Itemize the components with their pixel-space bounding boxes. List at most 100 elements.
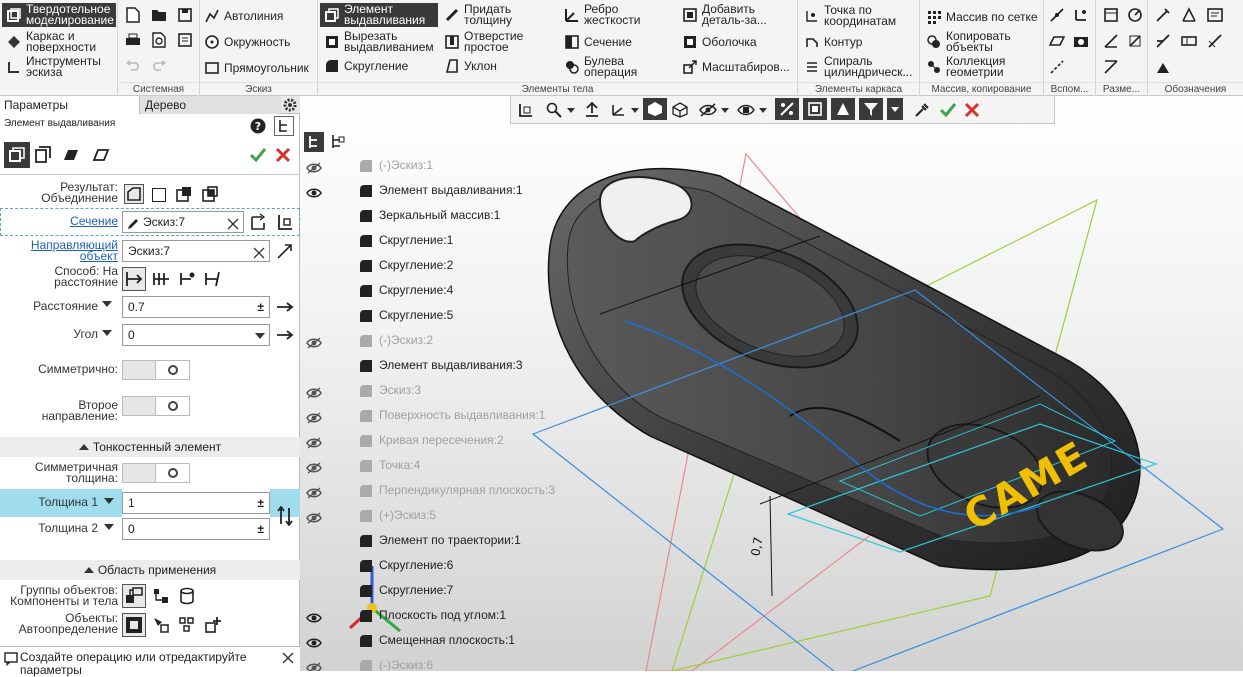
tree-item[interactable]: Плоскость под углом:1 <box>300 604 600 626</box>
tree-view-toggle-icon[interactable] <box>274 116 294 136</box>
cancel-icon[interactable] <box>274 146 292 164</box>
cylindrical-spiral-button[interactable]: Спираль цилиндрическ... <box>804 55 918 79</box>
cut-extrude-button[interactable]: Вырезать выдавливанием <box>320 30 438 54</box>
tree-panel-icon[interactable] <box>304 132 324 152</box>
visibility-icon[interactable] <box>699 101 717 119</box>
plus-minus-icon[interactable]: ± <box>257 493 264 513</box>
tree-item[interactable]: Смещенная плоскость:1 <box>300 629 600 651</box>
sketch-tools-button[interactable]: Инструменты эскиза <box>2 55 116 79</box>
filter-dropdown[interactable] <box>887 98 903 120</box>
geometry-collection-button[interactable]: Коллекция геометрии <box>926 55 1042 79</box>
extrude-button[interactable]: Элемент выдавливания <box>320 3 438 27</box>
viewport-cancel-icon[interactable] <box>963 101 981 119</box>
thin-symmetric-toggle[interactable] <box>122 463 190 483</box>
gear-icon[interactable] <box>282 97 298 113</box>
second-direction-toggle[interactable] <box>122 396 190 416</box>
simple-hole-button[interactable]: Отверстие простое <box>444 30 556 54</box>
rotate-icon[interactable] <box>583 101 601 119</box>
tree-item[interactable]: Зеркальный массив:1 <box>300 204 600 226</box>
camera-icon[interactable] <box>1072 32 1090 50</box>
clear-icon[interactable] <box>227 216 239 230</box>
tree-item[interactable]: Поверхность выдавливания:1 <box>300 404 600 426</box>
solid-modeling-button[interactable]: Твердотельное моделирование <box>2 3 116 27</box>
select-objects-icon[interactable] <box>152 616 170 634</box>
tree-item[interactable]: Кривая пересечения:2 <box>300 429 600 451</box>
weld-icon[interactable] <box>1154 58 1172 76</box>
eye-icon[interactable] <box>306 459 322 474</box>
tree-item[interactable]: Скругление:5 <box>300 304 600 326</box>
chain-dimension-icon[interactable] <box>1102 58 1120 76</box>
tree-item[interactable]: (-)Эскиз:1 <box>300 154 600 176</box>
surface-mode-icon[interactable] <box>62 146 80 164</box>
plane-icon[interactable] <box>1048 32 1066 50</box>
tree-item[interactable]: Элемент выдавливания:3 <box>300 354 600 376</box>
eye-icon[interactable] <box>306 434 322 449</box>
thickness1-field[interactable]: 1 ± <box>122 492 270 514</box>
tab-tree[interactable]: Дерево <box>141 96 281 114</box>
all-objects-icon[interactable] <box>178 616 196 634</box>
tree-item[interactable]: Точка:4 <box>300 454 600 476</box>
thickness2-dropdown-icon[interactable] <box>104 524 114 530</box>
tree-item[interactable]: Скругление:6 <box>300 554 600 576</box>
eyedropper-icon[interactable] <box>913 101 931 119</box>
section-view-icon[interactable] <box>775 98 799 120</box>
line-icon[interactable] <box>1048 58 1066 76</box>
save-icon[interactable] <box>176 6 194 24</box>
wireframe-view-icon[interactable] <box>671 101 689 119</box>
angle-direction-icon[interactable] <box>276 328 294 342</box>
tree-item[interactable]: (-)Эскиз:2 <box>300 329 600 351</box>
new-document-icon[interactable] <box>124 6 142 24</box>
tree-item[interactable]: Элемент выдавливания:1 <box>300 179 600 201</box>
visibility-dropdown-icon[interactable] <box>721 108 729 113</box>
method-to-vertex-icon[interactable] <box>178 270 196 288</box>
autoline-button[interactable]: Автолиния <box>204 8 283 24</box>
undo-icon[interactable] <box>124 56 142 74</box>
tab-parameters[interactable]: Параметры <box>0 96 140 114</box>
print-icon[interactable] <box>124 31 142 49</box>
orientation-dropdown-icon[interactable] <box>631 108 639 113</box>
text-note-icon[interactable] <box>1206 6 1224 24</box>
angle-dropdown-icon[interactable] <box>102 330 112 336</box>
eye-icon[interactable] <box>306 384 322 399</box>
display-dropdown-icon[interactable] <box>759 108 767 113</box>
section-label-link[interactable]: Сечение <box>2 215 118 227</box>
tree-item[interactable]: Скругление:1 <box>300 229 600 251</box>
distance-dropdown-icon[interactable] <box>102 301 112 307</box>
section-button[interactable]: Сечение <box>564 34 676 50</box>
orientation-icon[interactable] <box>609 101 627 119</box>
csys-icon[interactable] <box>1072 6 1090 24</box>
wireframe-surfaces-button[interactable]: Каркас и поверхности <box>2 30 116 54</box>
axis-icon[interactable] <box>1048 6 1066 24</box>
thin-wall-mode-icon[interactable] <box>34 146 52 164</box>
bodies-only-icon[interactable] <box>178 587 196 605</box>
display-icon[interactable] <box>737 101 755 119</box>
cut-mode-icon[interactable] <box>92 146 110 164</box>
direction-right-icon[interactable] <box>276 300 294 314</box>
shaded-view-icon[interactable] <box>643 98 667 120</box>
tree-item[interactable]: Перпендикулярная плоскость:3 <box>300 479 600 501</box>
eye-icon[interactable] <box>306 609 322 623</box>
linear-dimension-icon[interactable] <box>1102 6 1120 24</box>
section-field[interactable]: Эскиз:7 <box>122 211 244 233</box>
cut-line-icon[interactable] <box>1206 32 1224 50</box>
symmetric-toggle[interactable] <box>122 360 190 380</box>
eye-icon[interactable] <box>306 334 322 349</box>
plus-minus-icon[interactable]: ± <box>257 297 264 317</box>
tree-item[interactable]: Эскиз:3 <box>300 379 600 401</box>
result-union-icon[interactable] <box>124 184 144 204</box>
tolerance-icon[interactable] <box>1180 32 1198 50</box>
point-by-coords-button[interactable]: Точка по координатам <box>804 4 918 28</box>
diameter-dimension-icon[interactable] <box>1126 32 1144 50</box>
properties-icon[interactable] <box>176 31 194 49</box>
zoom-dropdown-icon[interactable] <box>567 108 575 113</box>
draft-button[interactable]: Уклон <box>444 58 556 74</box>
eye-icon[interactable] <box>306 409 322 424</box>
leader-icon[interactable] <box>1154 6 1172 24</box>
tree-item[interactable]: Скругление:4 <box>300 279 600 301</box>
circle-button[interactable]: Окружность <box>204 34 290 50</box>
rib-button[interactable]: Ребро жесткости <box>564 3 676 27</box>
tree-item[interactable]: (-)Эскиз:6 <box>300 654 600 671</box>
extrude-mode-icon[interactable] <box>4 142 30 168</box>
tree-item[interactable]: Элемент по траектории:1 <box>300 529 600 551</box>
redo-icon[interactable] <box>150 56 168 74</box>
